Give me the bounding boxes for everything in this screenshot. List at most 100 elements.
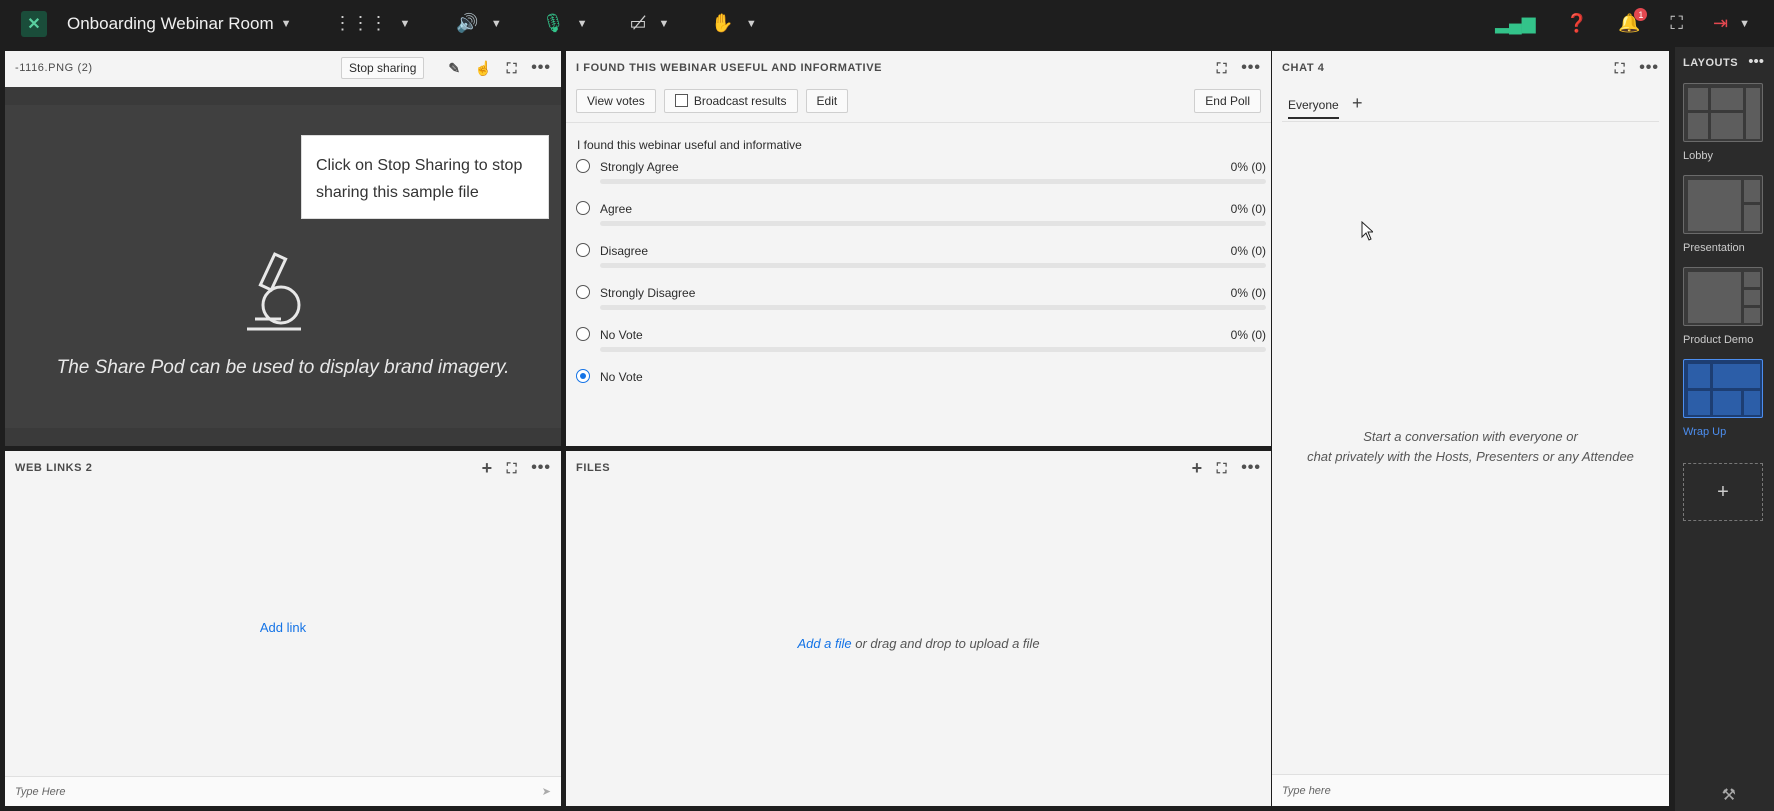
more-options-icon[interactable]: ••• <box>531 59 551 77</box>
radio-button[interactable] <box>576 285 590 299</box>
maximize-icon[interactable]: ⛶ <box>1217 60 1227 77</box>
microphone-icon[interactable]: 🎙 <box>542 13 565 34</box>
edit-button[interactable]: Edit <box>805 89 849 113</box>
poll-option[interactable]: Strongly Disagree 0% (0) <box>576 285 1266 321</box>
radio-button[interactable] <box>576 201 590 215</box>
fullscreen-icon[interactable]: ⛶ <box>1670 13 1683 34</box>
help-icon[interactable]: ❓ <box>1566 13 1588 34</box>
radio-button-selected[interactable] <box>576 369 590 383</box>
poll-question: I found this webinar useful and informat… <box>577 138 802 152</box>
chevron-down-icon[interactable]: ▼ <box>491 18 502 30</box>
poll-toolbar: View votes Broadcast results Edit End Po… <box>576 88 1261 114</box>
maximize-icon[interactable]: ⛶ <box>507 460 517 477</box>
raise-hand-control[interactable]: ✋ ▼ <box>711 13 756 34</box>
add-link[interactable]: Add link <box>5 620 561 635</box>
chat-empty-line: Start a conversation with everyone or <box>1363 429 1578 444</box>
radio-button[interactable] <box>576 327 590 341</box>
maximize-icon[interactable]: ⛶ <box>1615 60 1625 77</box>
share-canvas: Click on Stop Sharing to stop sharing th… <box>5 87 561 446</box>
layout-thumbnail[interactable] <box>1683 83 1763 142</box>
more-options-icon[interactable]: ••• <box>1748 53 1764 70</box>
layout-thumbnail-active[interactable] <box>1683 359 1763 418</box>
camera-off-icon[interactable]: ▭̸ <box>629 13 646 34</box>
microphone-control[interactable]: 🎙 ▼ <box>542 13 588 34</box>
more-options-icon[interactable]: ••• <box>1241 59 1261 77</box>
add-link-text[interactable]: Add link <box>260 620 306 635</box>
divider <box>566 122 1271 123</box>
tools-icon[interactable]: ⚒ <box>1722 785 1736 805</box>
layout-thumbnail[interactable] <box>1683 175 1763 234</box>
share-tooltip: Click on Stop Sharing to stop sharing th… <box>301 135 549 219</box>
end-poll-button[interactable]: End Poll <box>1194 89 1261 113</box>
chat-pod-header: CHAT 4 ⛶ ••• <box>1272 51 1669 85</box>
radio-button[interactable] <box>576 243 590 257</box>
chat-input[interactable]: Type here <box>1272 774 1669 806</box>
weblinks-input-placeholder[interactable]: Type Here <box>15 786 542 798</box>
stop-sharing-button[interactable]: Stop sharing <box>341 57 425 79</box>
result-bar <box>600 221 1266 226</box>
broadcast-results-label: Broadcast results <box>693 94 787 108</box>
apps-grid-icon[interactable]: ⋮⋮⋮ <box>334 13 388 34</box>
camera-control[interactable]: ▭̸ ▼ <box>629 13 669 34</box>
tab-everyone[interactable]: Everyone <box>1288 98 1339 119</box>
chat-input-placeholder[interactable]: Type here <box>1282 785 1659 797</box>
apps-menu[interactable]: ⋮⋮⋮ ▼ <box>334 13 411 34</box>
layout-label: Wrap Up <box>1683 426 1727 438</box>
files-pod-header: FILES + ⛶ ••• <box>566 451 1271 485</box>
exit-icon[interactable]: ⇥ <box>1713 13 1728 34</box>
layout-thumbnail[interactable] <box>1683 267 1763 326</box>
drop-text: or drag and drop to upload a file <box>851 636 1040 651</box>
radio-button[interactable] <box>576 159 590 173</box>
bell-icon[interactable]: 🔔 1 <box>1618 8 1648 34</box>
add-file-link[interactable]: Add a file <box>797 636 851 651</box>
raise-hand-icon[interactable]: ✋ <box>711 13 733 34</box>
maximize-icon[interactable]: ⛶ <box>507 60 517 77</box>
chat-title: CHAT 4 <box>1282 62 1325 74</box>
chevron-down-icon[interactable]: ▼ <box>577 18 588 30</box>
send-icon[interactable]: ➤ <box>542 785 551 798</box>
layout-label: Presentation <box>1683 242 1745 254</box>
layout-wrap-up[interactable]: Wrap Up <box>1683 359 1763 438</box>
poll-option[interactable]: Disagree 0% (0) <box>576 243 1266 279</box>
share-pod: -1116.PNG (2) Stop sharing ✎ ☝ ⛶ ••• Cli… <box>5 51 561 446</box>
chevron-down-icon[interactable]: ▼ <box>1739 18 1750 30</box>
poll-option[interactable]: Strongly Agree 0% (0) <box>576 159 1266 195</box>
layout-lobby[interactable]: Lobby <box>1683 83 1763 162</box>
pencil-icon[interactable]: ✎ <box>448 60 460 77</box>
result-bar <box>600 263 1266 268</box>
checkbox-icon[interactable] <box>674 94 688 107</box>
chat-empty-line: chat privately with the Hosts, Presenter… <box>1307 449 1634 464</box>
add-icon[interactable]: + <box>1192 458 1203 479</box>
poll-option[interactable]: Agree 0% (0) <box>576 201 1266 237</box>
layout-presentation[interactable]: Presentation <box>1683 175 1763 254</box>
add-chat-tab-icon[interactable]: + <box>1352 93 1363 114</box>
pointer-icon[interactable]: ☝ <box>475 60 493 77</box>
weblinks-input[interactable]: Type Here ➤ <box>5 776 561 806</box>
poll-title: I FOUND THIS WEBINAR USEFUL AND INFORMAT… <box>576 62 883 74</box>
layout-product-demo[interactable]: Product Demo <box>1683 267 1763 346</box>
chevron-down-icon[interactable]: ▼ <box>659 18 670 30</box>
chevron-down-icon[interactable]: ▼ <box>746 18 757 30</box>
speaker-control[interactable]: 🔊 ▼ <box>456 13 501 34</box>
layout-label: Product Demo <box>1683 334 1754 346</box>
chat-pod: CHAT 4 ⛶ ••• Everyone + Start a conversa… <box>1272 51 1669 806</box>
view-votes-button[interactable]: View votes <box>576 89 656 113</box>
add-icon[interactable]: + <box>482 458 493 479</box>
option-percent: 0% (0) <box>1230 328 1266 342</box>
broadcast-results-checkbox[interactable]: Broadcast results <box>663 89 798 113</box>
speaker-icon[interactable]: 🔊 <box>456 13 478 34</box>
chevron-down-icon[interactable]: ▼ <box>281 18 292 30</box>
chevron-down-icon[interactable]: ▼ <box>400 18 411 30</box>
more-options-icon[interactable]: ••• <box>531 459 551 477</box>
maximize-icon[interactable]: ⛶ <box>1217 460 1227 477</box>
result-bar <box>600 305 1266 310</box>
my-vote-option[interactable]: No Vote <box>576 369 1266 405</box>
room-title[interactable]: Onboarding Webinar Room <box>67 14 274 34</box>
layouts-sidebar: LAYOUTS ••• Lobby Presentation Product D… <box>1675 47 1774 811</box>
add-layout-button[interactable]: + <box>1683 463 1763 521</box>
more-options-icon[interactable]: ••• <box>1639 59 1659 77</box>
network-icon[interactable]: ▂▄▆ <box>1495 13 1535 34</box>
more-options-icon[interactable]: ••• <box>1241 459 1261 477</box>
poll-option[interactable]: No Vote 0% (0) <box>576 327 1266 363</box>
weblinks-pod-header: WEB LINKS 2 + ⛶ ••• <box>5 451 561 485</box>
